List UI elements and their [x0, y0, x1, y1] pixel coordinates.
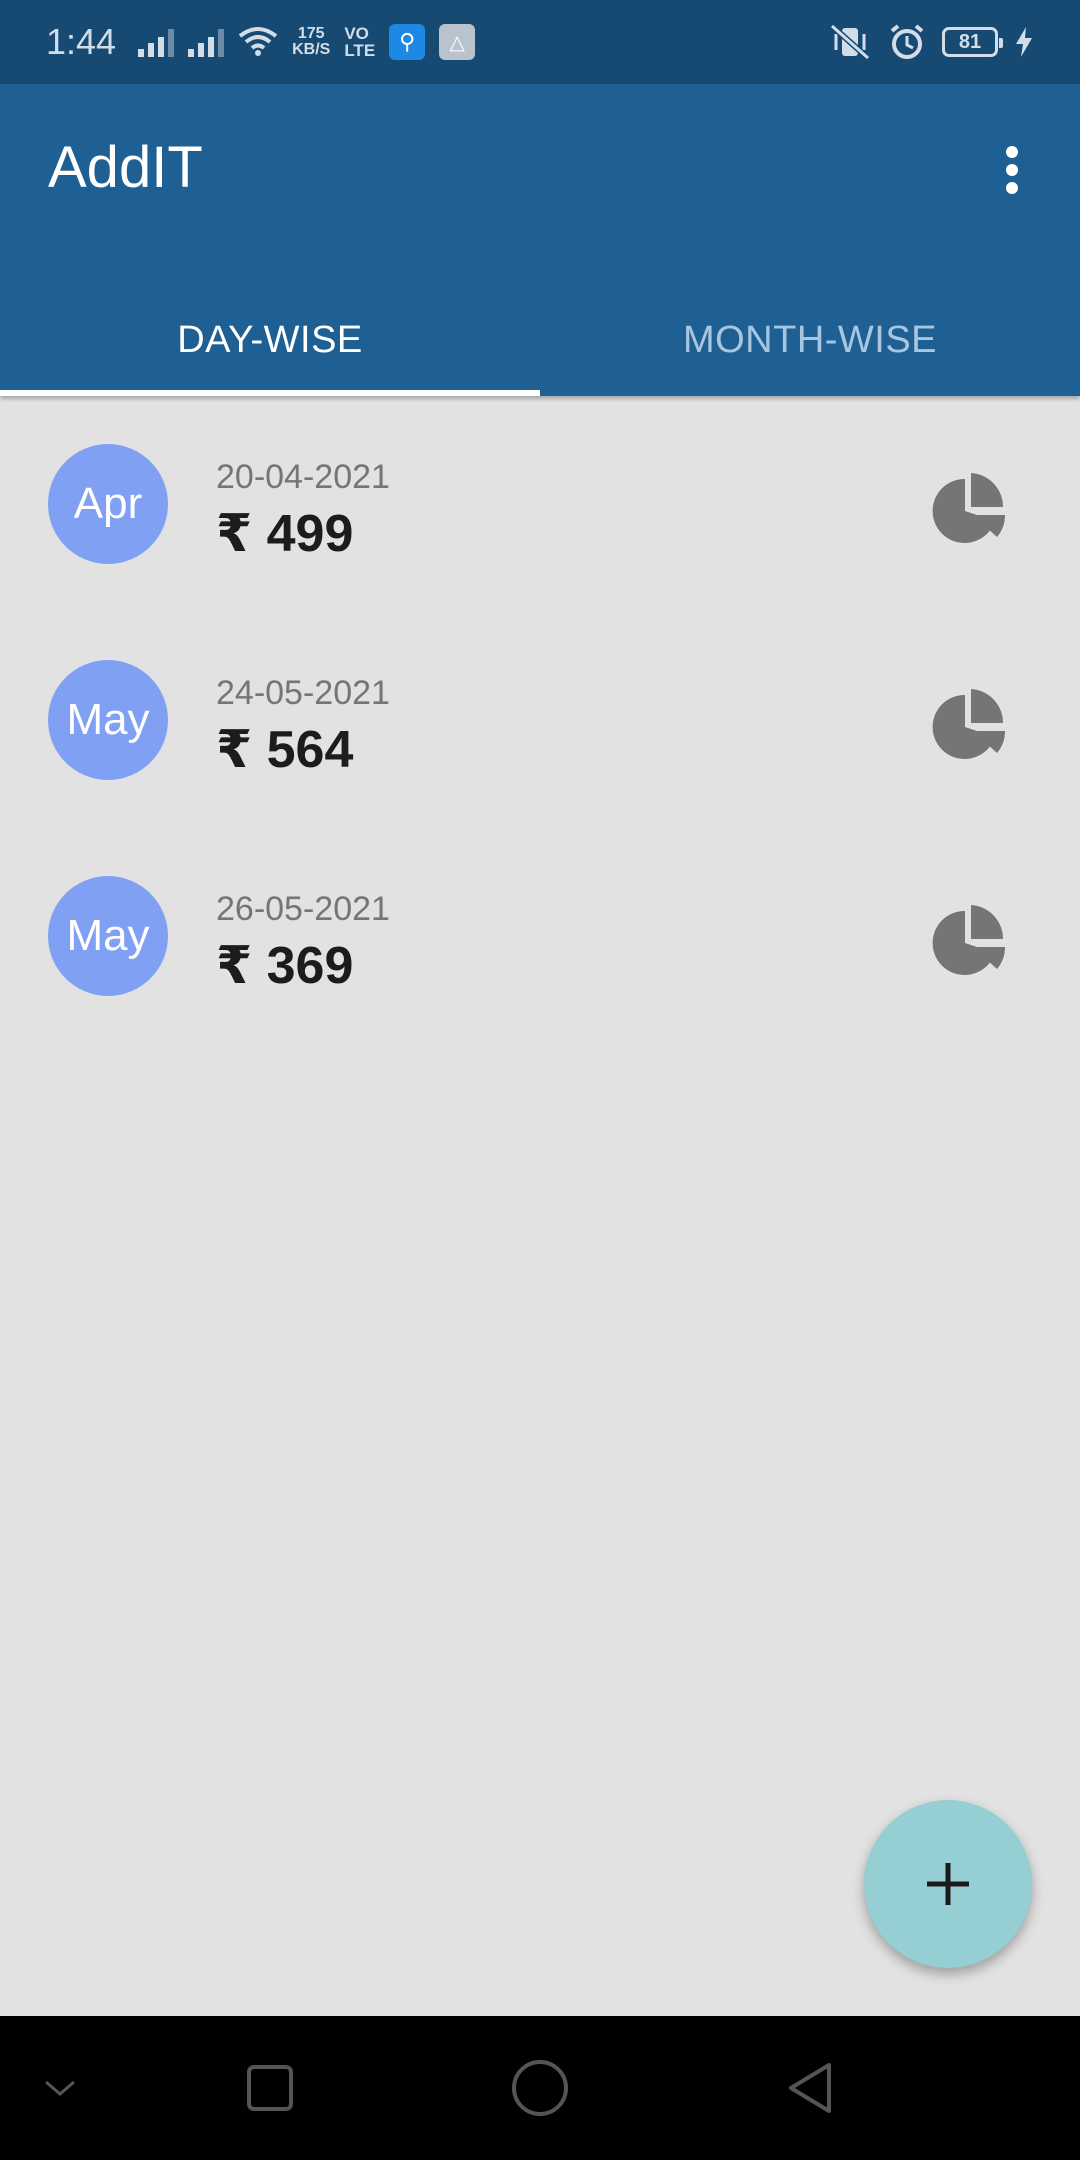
- vibrate-mute-icon: [830, 24, 870, 60]
- network-speed-unit: KB/S: [292, 41, 331, 58]
- nav-home-button[interactable]: [480, 2016, 600, 2160]
- network-speed: 175 KB/S: [292, 26, 330, 58]
- chevron-down-icon: [45, 2080, 75, 2096]
- entry-amount: ₹ 499: [216, 505, 354, 563]
- screen: 1:44 175 KB/S VO LTE ⚲ △ 81 AddIT DAY-WI…: [0, 0, 1080, 2160]
- list-item[interactable]: May 24-05-2021 ₹ 564: [0, 612, 1080, 828]
- list-item[interactable]: May 26-05-2021 ₹ 369: [0, 828, 1080, 1044]
- volte-indicator: VO LTE: [344, 25, 375, 59]
- navigation-bar: [0, 2016, 1080, 2160]
- status-time: 1:44: [46, 21, 117, 62]
- status-bar: 1:44 175 KB/S VO LTE ⚲ △ 81: [0, 0, 1080, 84]
- add-entry-button[interactable]: [864, 1800, 1032, 1968]
- square-icon: [247, 2065, 293, 2111]
- nav-back-button[interactable]: [750, 2016, 870, 2160]
- pie-chart-icon[interactable]: [928, 900, 1012, 984]
- battery-icon: 81: [942, 27, 1003, 57]
- status-right: 81: [828, 23, 1034, 61]
- more-options-icon[interactable]: [988, 140, 1036, 200]
- network-speed-value: 175: [297, 25, 325, 42]
- tab-month-wise[interactable]: MONTH-WISE: [540, 284, 1080, 396]
- share-icon: △: [439, 24, 476, 60]
- entry-date: 26-05-2021: [216, 890, 390, 928]
- pie-chart-icon[interactable]: [928, 684, 1012, 768]
- charging-icon: [1016, 27, 1032, 57]
- battery-level: 81: [958, 30, 982, 53]
- back-triangle-icon: [789, 2063, 831, 2113]
- app-title: AddIT: [48, 135, 203, 200]
- nav-recents-button[interactable]: [210, 2016, 330, 2160]
- app-bar: AddIT DAY-WISE MONTH-WISE: [0, 84, 1080, 396]
- month-avatar: Apr: [48, 444, 168, 564]
- tab-day-wise[interactable]: DAY-WISE: [0, 284, 540, 396]
- volte-line1: VO: [344, 24, 369, 43]
- entry-date: 24-05-2021: [216, 674, 390, 712]
- signal-1-icon: [138, 27, 175, 57]
- entry-amount: ₹ 369: [216, 937, 354, 995]
- volte-line2: LTE: [344, 41, 376, 60]
- alarm-icon: [890, 24, 924, 59]
- wifi-icon: [238, 27, 278, 56]
- entry-amount: ₹ 564: [216, 721, 354, 779]
- signal-2-icon: [188, 27, 225, 57]
- plus-icon: [927, 1863, 969, 1905]
- month-avatar: May: [48, 660, 168, 780]
- pie-chart-icon[interactable]: [928, 468, 1012, 552]
- expense-list: Apr 20-04-2021 ₹ 499 May 24-05-2021 ₹ 56…: [0, 396, 1080, 1044]
- list-item[interactable]: Apr 20-04-2021 ₹ 499: [0, 396, 1080, 612]
- usb-icon: ⚲: [389, 24, 426, 60]
- nav-collapse-button[interactable]: [0, 2016, 120, 2160]
- tab-bar: DAY-WISE MONTH-WISE: [0, 284, 1080, 396]
- circle-icon: [512, 2060, 568, 2116]
- month-avatar: May: [48, 876, 168, 996]
- entry-date: 20-04-2021: [216, 458, 390, 496]
- status-left: 1:44 175 KB/S VO LTE ⚲ △: [46, 21, 476, 63]
